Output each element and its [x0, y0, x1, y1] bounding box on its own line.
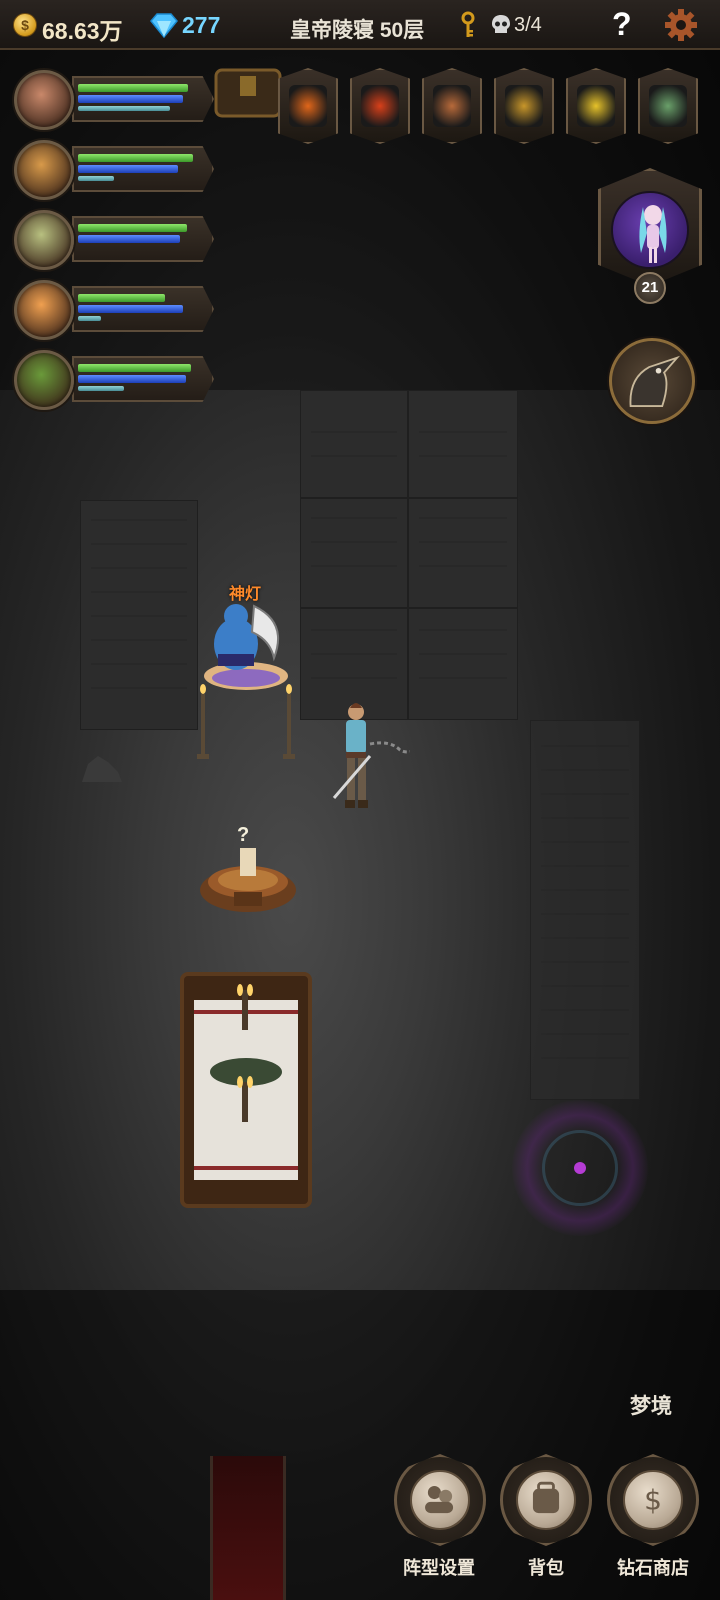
formation-label: 阵型设置	[403, 1558, 475, 1578]
mp-bar	[78, 95, 183, 103]
party-member-3[interactable]	[8, 206, 220, 272]
party-member-5[interactable]	[8, 346, 220, 412]
skull-count: 3/4	[514, 14, 542, 36]
horn-icon	[433, 85, 471, 127]
diamond-shop-button[interactable]: $	[607, 1454, 699, 1546]
companion-portrait[interactable]	[598, 168, 702, 286]
mp-bar	[78, 165, 178, 173]
relic-slot-3[interactable]	[422, 68, 482, 144]
dungeon-door[interactable]	[210, 1456, 286, 1600]
party-member-2[interactable]	[8, 136, 220, 202]
party-member-bars	[72, 76, 214, 122]
xp-bar	[78, 106, 171, 111]
treasure-chest[interactable]	[210, 56, 286, 122]
gear-icon[interactable]	[664, 8, 698, 42]
formation-icon	[410, 1470, 470, 1530]
formation-button[interactable]	[394, 1454, 486, 1546]
hero-portrait[interactable]	[14, 70, 74, 130]
bell-icon	[505, 85, 543, 127]
hp-bar	[78, 84, 189, 92]
companion-orb	[611, 191, 689, 269]
relic-slot-1[interactable]	[278, 68, 338, 144]
help-icon[interactable]: ?	[612, 6, 632, 43]
joystick-knob[interactable]	[574, 1162, 586, 1174]
hp-bar	[78, 294, 166, 302]
skull-icon	[492, 15, 510, 33]
candle-left	[197, 684, 209, 759]
altar-table[interactable]	[178, 970, 314, 1210]
rubble-pile	[82, 756, 122, 782]
backpack-label: 背包	[528, 1558, 564, 1578]
wall-tile	[408, 390, 518, 498]
candle-right	[283, 684, 295, 759]
dollar-icon: $	[623, 1470, 683, 1530]
xp-bar	[78, 316, 102, 321]
pumpkin-icon	[289, 85, 327, 127]
hp-bar	[78, 154, 194, 162]
phoenix-icon	[361, 85, 399, 127]
hp-bar	[78, 224, 187, 232]
party-member-1[interactable]	[8, 66, 220, 132]
party-member-4[interactable]	[8, 276, 220, 342]
fairy-icon	[639, 205, 667, 263]
top-bar: $ 68.63万 277 皇帝陵寝 50层 3/4 ?	[0, 0, 720, 50]
wall-tile	[408, 498, 518, 608]
xp-bar	[78, 386, 125, 391]
relic-slot-5[interactable]	[566, 68, 626, 144]
backpack-button[interactable]	[500, 1454, 592, 1546]
gold-coin-icon: $	[13, 13, 37, 37]
party-member-bars	[72, 216, 214, 262]
relic-slot-4[interactable]	[494, 68, 554, 144]
wall-tile	[300, 390, 408, 498]
diamond-icon	[150, 13, 178, 38]
floor-title: 皇帝陵寝 50层	[290, 19, 425, 42]
hero-portrait[interactable]	[14, 280, 74, 340]
mp-bar	[78, 375, 186, 383]
mp-bar	[78, 305, 183, 313]
raven-skill-button[interactable]	[609, 338, 695, 424]
genie-npc[interactable]	[196, 596, 296, 700]
party-member-bars	[72, 356, 214, 402]
player-character[interactable]	[330, 700, 410, 818]
key-icon	[461, 11, 475, 37]
party-member-bars	[72, 146, 214, 192]
gold-amount: 68.63万	[42, 18, 123, 44]
companion-level-badge: 21	[634, 272, 666, 304]
hero-portrait[interactable]	[14, 210, 74, 270]
relic-slot-2[interactable]	[350, 68, 410, 144]
hp-bar	[78, 364, 191, 372]
mystery-pedestal[interactable]	[198, 846, 298, 918]
wall-tile	[530, 720, 640, 1100]
flute-icon	[649, 85, 687, 127]
svg-text:$: $	[644, 1483, 662, 1516]
chest-hint-mark: ?	[237, 824, 250, 846]
hero-portrait[interactable]	[14, 350, 74, 410]
party-member-bars	[72, 286, 214, 332]
wall-tile	[408, 608, 518, 720]
feather-icon	[577, 85, 615, 127]
hero-portrait[interactable]	[14, 140, 74, 200]
xp-bar	[78, 176, 114, 181]
wall-tile	[300, 498, 408, 608]
mp-bar	[78, 235, 181, 243]
relic-slot-6[interactable]	[638, 68, 698, 144]
diamond-shop-label: 钻石商店	[617, 1558, 689, 1578]
gem-amount: 277	[182, 12, 221, 38]
backpack-icon	[516, 1470, 576, 1530]
dream-button[interactable]: 梦境	[630, 1390, 672, 1420]
raven-icon	[629, 355, 681, 408]
wall-tile	[80, 500, 198, 730]
